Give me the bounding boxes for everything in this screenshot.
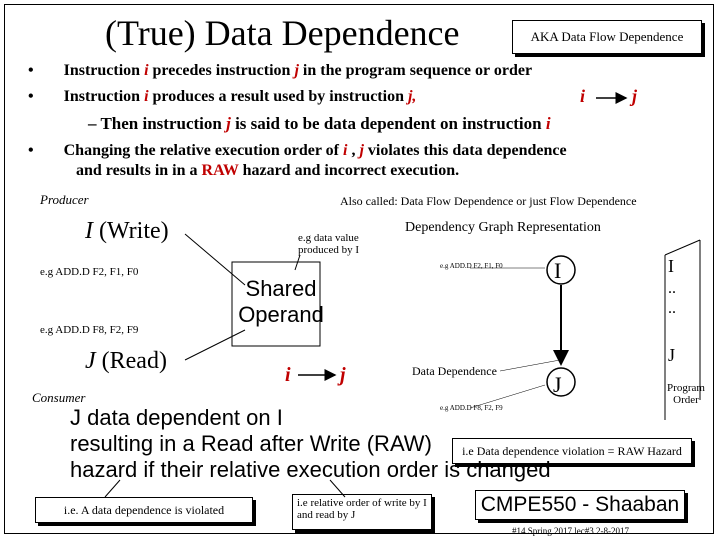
diagram-i: i bbox=[580, 86, 586, 106]
eg-add-1: e.g ADD.D F2, F1, F0 bbox=[40, 266, 139, 278]
graph-i-label: I bbox=[554, 258, 562, 283]
eg-value: e.g data value produced by I bbox=[298, 232, 360, 256]
sub-bullet: – Then instruction j is said to be data … bbox=[88, 114, 551, 133]
also-called: Also called: Data Flow Dependence or jus… bbox=[340, 194, 637, 208]
bullet-3: • Changing the relative execution order o… bbox=[28, 142, 567, 159]
aka-box: AKA Data Flow Dependence bbox=[512, 20, 702, 54]
po-label: Program Order bbox=[667, 382, 705, 406]
slide-title: (True) Data Dependence bbox=[105, 13, 460, 53]
read-line bbox=[184, 329, 246, 361]
graph-eg-1: e.g ADD.D F2, F1, F0 bbox=[440, 262, 503, 270]
callout-order: i.e relative order of write by I and rea… bbox=[292, 494, 432, 530]
ij-j: j bbox=[340, 364, 346, 386]
po-dots1: .. bbox=[668, 280, 676, 297]
graph-j-label: J bbox=[553, 372, 562, 397]
shared-operand: Shared Operand bbox=[238, 276, 324, 327]
violation-box: i.e Data dependence violation = RAW Haza… bbox=[452, 438, 692, 464]
po-j: J bbox=[668, 345, 676, 365]
po-i: I bbox=[668, 256, 674, 276]
diagram-j: j bbox=[632, 86, 638, 106]
bullet-2: • Instruction i produces a result used by… bbox=[28, 88, 417, 105]
j-read: J (Read) bbox=[85, 348, 167, 374]
bullet-1: • Instruction i precedes instruction j in… bbox=[28, 62, 533, 79]
i-write: I (Write) bbox=[85, 218, 169, 244]
po-dots2: .. bbox=[668, 300, 676, 317]
ij-i: i bbox=[285, 364, 291, 386]
consumer-label: Consumer bbox=[32, 390, 86, 405]
bullet-3-line2: and results in in a RAW hazard and incor… bbox=[76, 162, 460, 179]
footer: #14 Spring 2017 lec#3 2-8-2017 bbox=[512, 526, 629, 536]
dep-graph-title: Dependency Graph Representation bbox=[405, 220, 601, 235]
callout-violated: i.e. A data dependence is violated bbox=[35, 497, 253, 523]
eg-add-2: e.g ADD.D F8, F2, F9 bbox=[40, 324, 139, 336]
producer-label: Producer bbox=[40, 192, 89, 207]
course-badge: CMPE550 - Shaaban bbox=[475, 490, 685, 520]
data-dependence-label: Data Dependence bbox=[412, 364, 497, 378]
